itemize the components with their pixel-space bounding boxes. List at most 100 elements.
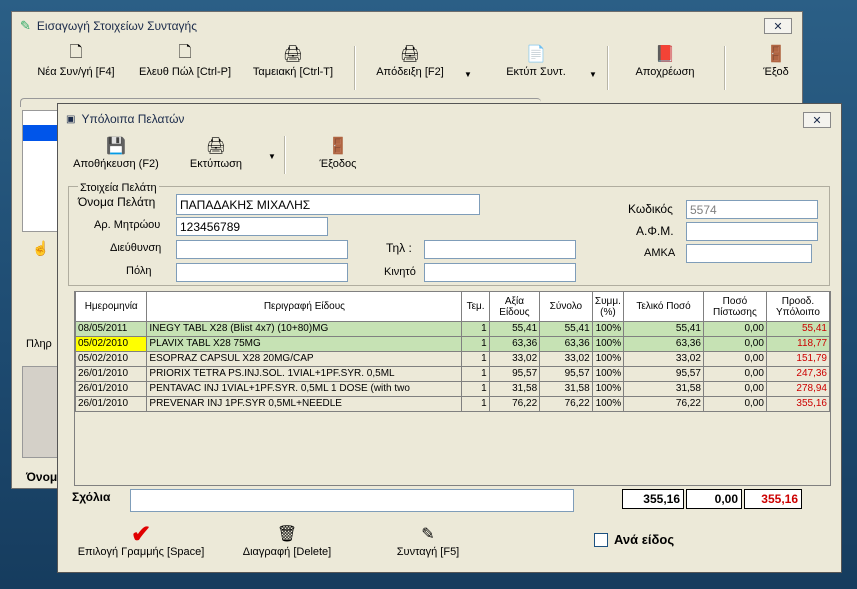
toolbar-separator xyxy=(724,46,726,90)
table-row[interactable]: 26/01/2010 PENTAVAC INJ 1VIAL+1PF.SYR. 0,… xyxy=(74,381,831,397)
exit-button[interactable]: 🚪 Έξοδος xyxy=(310,134,366,170)
cell-pct: 100% xyxy=(591,396,625,412)
cell-qty: 1 xyxy=(461,351,490,367)
balance-table: Ημερομηνία Περιγραφή Είδους Τεμ. Αξία Εί… xyxy=(74,291,831,412)
table-row[interactable]: 26/01/2010 PRIORIX TETRA PS.INJ.SOL. 1VIA… xyxy=(74,366,831,382)
exit-door-icon: 🚪 xyxy=(766,46,786,63)
col-header[interactable]: Τελικό Ποσό xyxy=(623,291,704,322)
front-close-button[interactable]: ✕ xyxy=(803,112,831,128)
cell-credit: 0,00 xyxy=(702,336,767,352)
registry-number-field[interactable] xyxy=(176,217,328,236)
mobile-label: Κινητό xyxy=(384,266,416,278)
cell-credit: 0,00 xyxy=(702,396,767,412)
document-icon: 🗋 xyxy=(178,43,192,61)
cell-final: 63,36 xyxy=(623,336,704,352)
mobile-field[interactable] xyxy=(424,263,576,282)
cell-desc: PRIORIX TETRA PS.INJ.SOL. 1VIAL+1PF.SYR.… xyxy=(146,366,463,382)
col-header[interactable]: Αξία Είδους xyxy=(488,291,541,322)
phone-field[interactable] xyxy=(424,240,576,259)
back-close-button[interactable]: ✕ xyxy=(764,18,792,34)
retire-button[interactable]: 📕 Αποχρέωση xyxy=(617,42,713,78)
cell-total: 33,02 xyxy=(539,351,593,367)
registry-number-label: Αρ. Μητρώου xyxy=(94,219,161,231)
register-icon: 🖨 xyxy=(282,46,304,63)
amka-field[interactable] xyxy=(686,244,812,263)
free-sale-button[interactable]: 🗋 Ελευθ Πώλ [Ctrl-P] xyxy=(130,42,240,79)
cell-desc: ESOPRAZ CAPSUL X28 20MG/CAP xyxy=(146,351,463,367)
col-header[interactable]: Περιγραφή Είδους xyxy=(146,291,463,322)
cash-register-button[interactable]: 🖨 Ταμειακή [Ctrl-T] xyxy=(238,42,348,78)
cell-credit: 0,00 xyxy=(702,351,767,367)
printer-icon: 🖨 xyxy=(399,46,421,63)
receipt-dropdown-arrow[interactable]: ▼ xyxy=(464,70,472,79)
table-row[interactable]: 26/01/2010 PREVENAR INJ 1PF.SYR 0,5ML+NEE… xyxy=(74,396,831,412)
table-row[interactable]: 05/02/2010 PLAVIX TABL X28 75MG 1 63,36 63,3… xyxy=(74,336,831,352)
cell-date: 26/01/2010 xyxy=(74,366,148,382)
col-header[interactable]: Ημερομηνία xyxy=(74,291,148,322)
cell-final: 31,58 xyxy=(623,381,704,397)
back-exit-button[interactable]: 🚪 Έξοδ xyxy=(752,42,800,78)
hand-icon: ☝ xyxy=(32,240,50,256)
select-line-button[interactable]: ✔ Επιλογή Γραμμής [Space] xyxy=(68,520,214,559)
front-window-titlebar: ▣ Υπόλοιπα Πελατών ✕ xyxy=(58,104,841,134)
cell-balance: 355,16 xyxy=(765,396,831,412)
receipt-button[interactable]: 🖨 Απόδειξη [F2] xyxy=(362,42,458,78)
print-dropdown-arrow[interactable]: ▼ xyxy=(268,152,276,161)
afm-label: Α.Φ.Μ. xyxy=(636,224,674,238)
print-prescription-button[interactable]: 📄 Εκτύπ Συντ. xyxy=(488,42,584,78)
cell-pct: 100% xyxy=(591,351,625,367)
cell-credit: 0,00 xyxy=(702,381,767,397)
cell-pct: 100% xyxy=(591,321,625,337)
app-icon: ✎ xyxy=(20,18,31,33)
table-body: 08/05/2011 INEGY TABL X28 (Blist 4x7) (10… xyxy=(74,321,831,412)
customer-code-label: Κωδικός xyxy=(628,202,673,216)
customer-group-label: Στοιχεία Πελάτη xyxy=(78,182,159,194)
book-icon: 📕 xyxy=(655,46,675,63)
back-window-titlebar: ✎ Εισαγωγή Στοιχείων Συνταγής ✕ xyxy=(12,12,802,40)
cell-final: 33,02 xyxy=(623,351,704,367)
table-header-row: Ημερομηνία Περιγραφή Είδους Τεμ. Αξία Εί… xyxy=(74,291,831,322)
print-button[interactable]: 🖨 Εκτύπωση xyxy=(170,134,262,170)
col-header[interactable]: Σύνολο xyxy=(539,291,593,322)
new-document-icon: 🗋 xyxy=(69,43,83,61)
cell-total: 95,57 xyxy=(539,366,593,382)
toolbar-separator xyxy=(354,46,356,90)
col-header[interactable]: Ποσό Πίστωσης xyxy=(702,291,767,322)
window-icon: ▣ xyxy=(66,113,76,125)
delete-button[interactable]: 🗑 Διαγραφή [Delete] xyxy=(228,522,346,558)
cell-final: 76,22 xyxy=(623,396,704,412)
cell-pct: 100% xyxy=(591,381,625,397)
print-dropdown-arrow[interactable]: ▼ xyxy=(589,70,597,79)
cell-value: 63,36 xyxy=(488,336,541,352)
back-window-title: Εισαγωγή Στοιχείων Συνταγής xyxy=(36,19,198,33)
col-header[interactable]: Συμμ. (%) xyxy=(591,291,625,322)
cell-pct: 100% xyxy=(591,366,625,382)
exit-door-icon: 🚪 xyxy=(328,138,348,155)
col-header[interactable]: Προοδ. Υπόλοιπο xyxy=(765,291,831,322)
address-field[interactable] xyxy=(176,240,348,259)
table-row[interactable]: 08/05/2011 INEGY TABL X28 (Blist 4x7) (10… xyxy=(74,321,831,337)
notes-field[interactable] xyxy=(130,489,574,512)
total-credit-amount: 0,00 xyxy=(686,489,742,509)
afm-field[interactable] xyxy=(686,222,818,241)
checkmark-icon: ✔ xyxy=(130,520,152,548)
customer-name-field[interactable] xyxy=(176,194,480,215)
new-prescription-button[interactable]: 🗋 Νέα Συν/γή [F4] xyxy=(20,42,132,79)
cell-qty: 1 xyxy=(461,336,490,352)
trash-can-icon: 🗑 xyxy=(276,526,298,543)
city-field[interactable] xyxy=(176,263,348,282)
table-row[interactable]: 05/02/2010 ESOPRAZ CAPSUL X28 20MG/CAP 1 33… xyxy=(74,351,831,367)
toolbar-separator xyxy=(607,46,609,90)
col-header[interactable]: Τεμ. xyxy=(461,291,490,322)
phone-label: Τηλ : xyxy=(386,241,412,255)
customer-code-field xyxy=(686,200,818,219)
per-item-label: Ανά είδος xyxy=(614,532,675,547)
back-label-partial-1: Πληρ xyxy=(26,338,52,350)
print-document-icon: 📄 xyxy=(526,46,546,63)
per-item-checkbox[interactable] xyxy=(594,533,608,547)
save-button[interactable]: 💾 Αποθήκευση (F2) xyxy=(64,134,168,170)
cell-total: 63,36 xyxy=(539,336,593,352)
cell-date: 05/02/2010 xyxy=(74,351,148,367)
front-toolbar: 💾 Αποθήκευση (F2) 🖨 Εκτύπωση ▼ 🚪 Έξοδος xyxy=(58,134,841,178)
prescription-button[interactable]: ✎ Συνταγή [F5] xyxy=(378,522,478,558)
